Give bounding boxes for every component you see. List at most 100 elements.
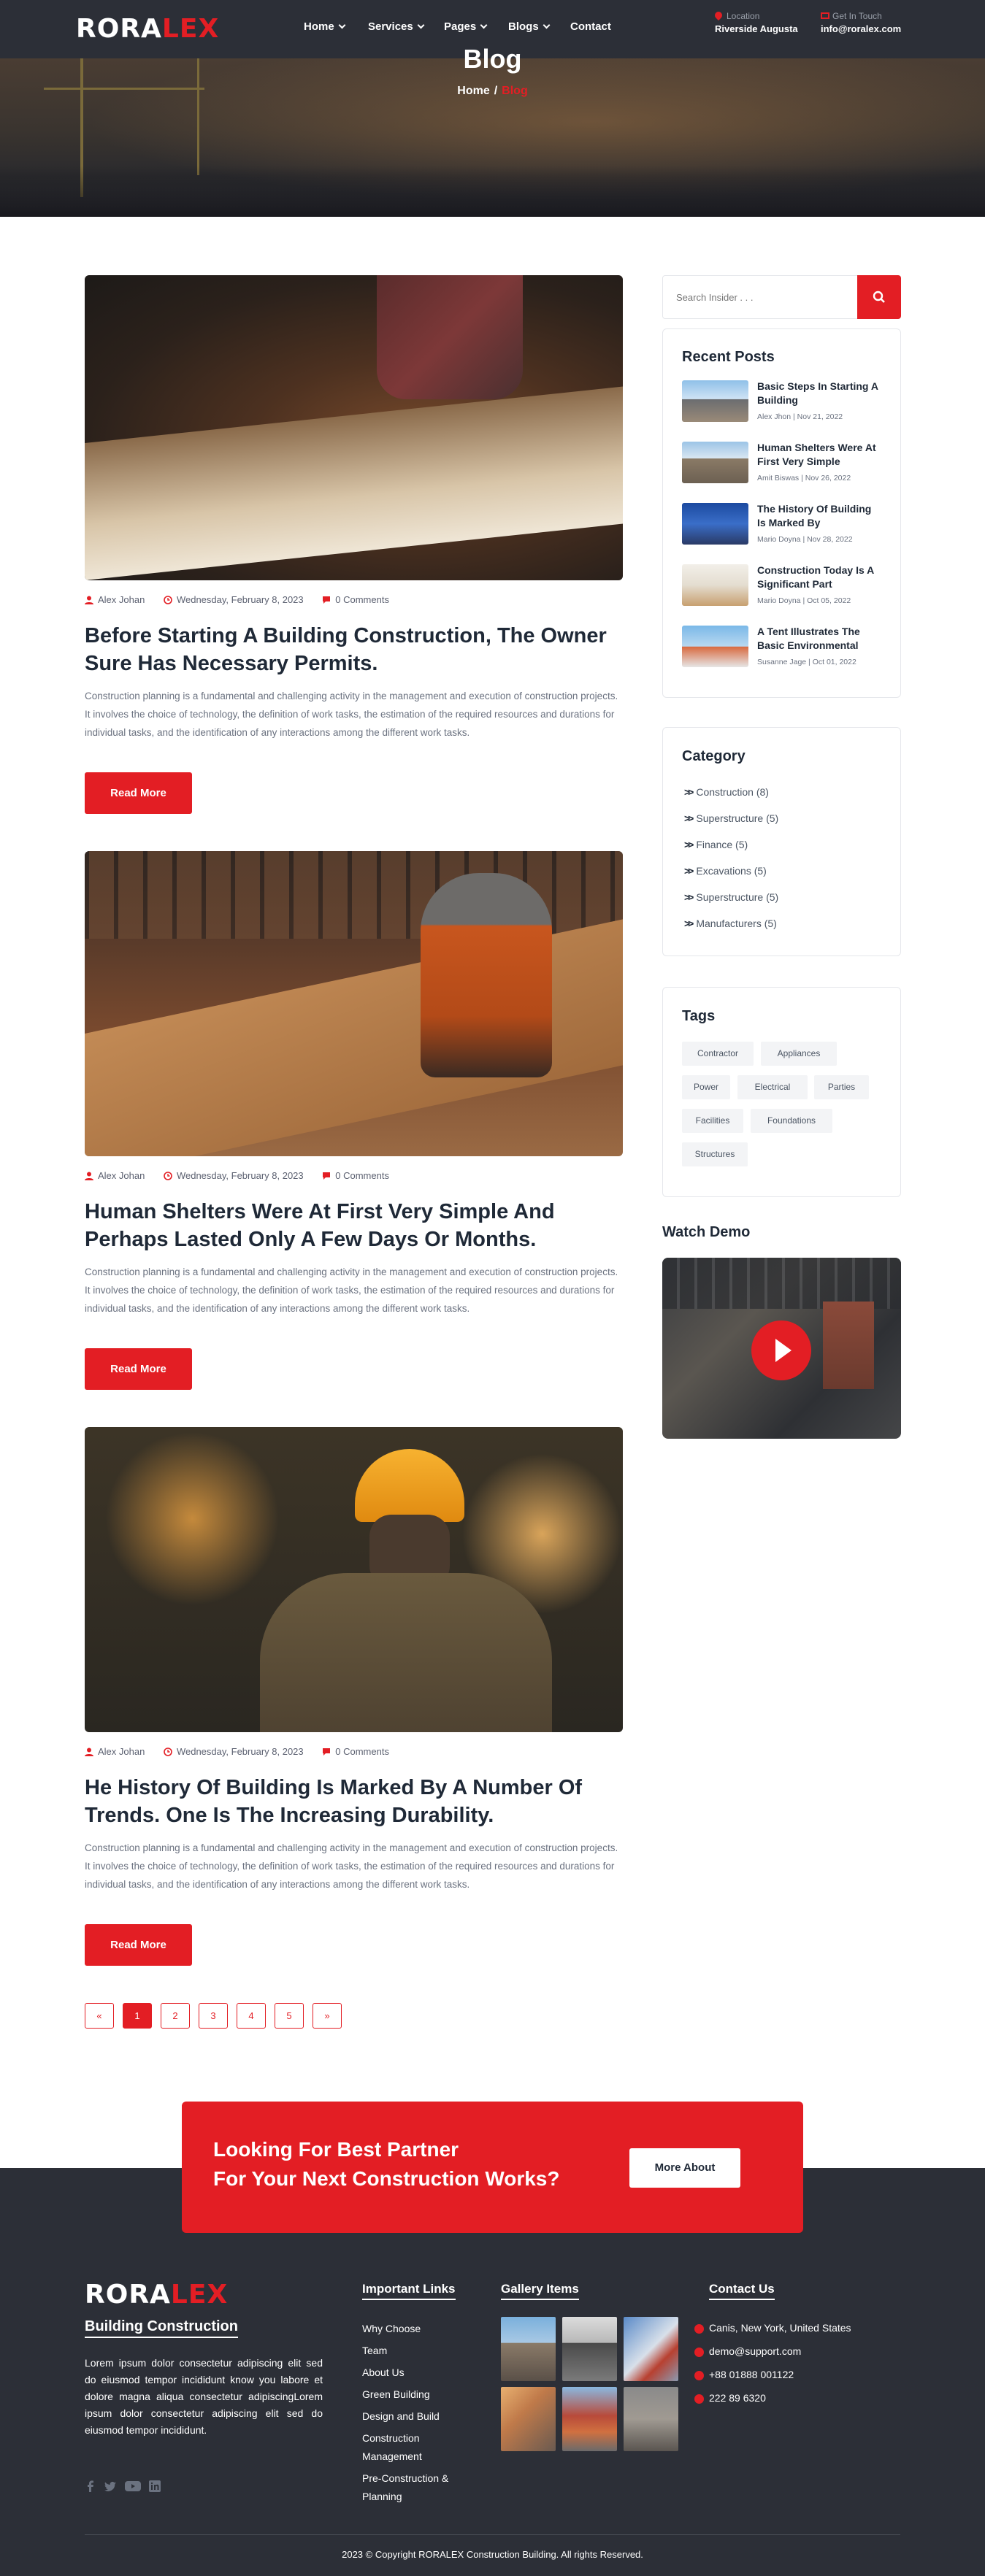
footer-logo[interactable]: RORALEX — [85, 2280, 228, 2310]
tag-chip[interactable]: Contractor — [682, 1042, 754, 1066]
footer-contact-phone[interactable]: 222 89 6320 — [694, 2392, 766, 2404]
post-title[interactable]: He History Of Building Is Marked By A Nu… — [85, 1774, 625, 1829]
footer-tagline: Building Construction — [85, 2318, 238, 2338]
post-author[interactable]: Alex Johan — [85, 1746, 145, 1757]
watch-demo-title: Watch Demo — [662, 1224, 751, 1240]
post-excerpt: Construction planning is a fundamental a… — [85, 1842, 618, 1890]
recent-post-meta: Amit Biswas | Nov 26, 2022 — [757, 474, 851, 482]
post-comments[interactable]: 0 Comments — [322, 594, 389, 605]
tag-chip[interactable]: Power — [682, 1075, 730, 1099]
post-comments[interactable]: 0 Comments — [322, 1746, 389, 1757]
post-author[interactable]: Alex Johan — [85, 594, 145, 605]
youtube-icon[interactable] — [125, 2480, 141, 2492]
gallery-thumb[interactable] — [562, 2317, 617, 2381]
email-icon — [821, 12, 829, 19]
breadcrumb: Home / Blog — [457, 85, 528, 97]
double-chevron-icon: >> — [684, 918, 694, 929]
recent-post-title[interactable]: A Tent Illustrates The Basic Environment… — [757, 625, 881, 653]
tag-chip[interactable]: Parties — [814, 1075, 869, 1099]
pagination-page[interactable]: 5 — [275, 2003, 304, 2029]
page-banner — [0, 58, 985, 217]
chevron-down-icon — [543, 21, 551, 29]
recent-post-thumb[interactable] — [682, 442, 748, 483]
footer-link[interactable]: Why Choose — [362, 2321, 421, 2336]
tag-chip[interactable]: Appliances — [761, 1042, 837, 1066]
pagination-page[interactable]: 3 — [199, 2003, 228, 2029]
category-item[interactable]: >> Manufacturers (5) — [684, 918, 777, 929]
footer-link[interactable]: Construction — [362, 2431, 420, 2445]
footer-link[interactable]: Team — [362, 2343, 387, 2358]
tag-chip[interactable]: Foundations — [751, 1109, 832, 1133]
linkedin-icon[interactable] — [149, 2480, 161, 2492]
category-item[interactable]: >> Finance (5) — [684, 839, 748, 850]
footer-link[interactable]: Green Building — [362, 2387, 430, 2402]
recent-post-thumb[interactable] — [682, 503, 748, 545]
footer-description: Lorem ipsum dolor consectetur adipiscing… — [85, 2357, 323, 2436]
pagination-page[interactable]: 4 — [237, 2003, 266, 2029]
recent-post-title[interactable]: Human Shelters Were At First Very Simple — [757, 441, 881, 469]
header-email-link[interactable]: info@roralex.com — [821, 23, 901, 35]
gallery-thumb[interactable] — [562, 2387, 617, 2451]
pagination-prev[interactable]: « — [85, 2003, 114, 2029]
double-chevron-icon: >> — [684, 812, 694, 824]
nav-pages[interactable]: Pages — [444, 20, 488, 34]
read-more-button[interactable]: Read More — [85, 1924, 192, 1966]
twitter-icon[interactable] — [104, 2480, 116, 2492]
post-comments[interactable]: 0 Comments — [322, 1170, 389, 1181]
post-author[interactable]: Alex Johan — [85, 1170, 145, 1181]
user-icon — [85, 1748, 93, 1756]
tag-chip[interactable]: Structures — [682, 1142, 748, 1166]
nav-contact[interactable]: Contact — [570, 20, 611, 34]
category-item[interactable]: >> Construction (8) — [684, 786, 769, 798]
footer-link[interactable]: Pre-Construction & — [362, 2471, 448, 2485]
nav-blogs[interactable]: Blogs — [508, 20, 551, 34]
post-image[interactable] — [85, 851, 623, 1156]
footer-link[interactable]: About Us — [362, 2365, 405, 2380]
gallery-thumb[interactable] — [501, 2317, 556, 2381]
footer-link[interactable]: Planning — [362, 2489, 402, 2504]
recent-post-title[interactable]: Basic Steps In Starting A Building — [757, 380, 881, 407]
tags-title: Tags — [682, 1008, 716, 1024]
recent-post-thumb[interactable] — [682, 564, 748, 606]
post-title[interactable]: Before Starting A Building Construction,… — [85, 622, 625, 677]
nav-services[interactable]: Services — [368, 20, 425, 34]
recent-post-title[interactable]: Construction Today Is A Significant Part — [757, 564, 881, 591]
site-logo[interactable]: RORALEX — [76, 15, 219, 44]
recent-post-thumb[interactable] — [682, 380, 748, 422]
tag-chip[interactable]: Electrical — [737, 1075, 808, 1099]
location-icon — [713, 9, 724, 21]
footer-link[interactable]: Design and Build — [362, 2409, 440, 2423]
pagination-next[interactable]: » — [313, 2003, 342, 2029]
search-input[interactable] — [662, 275, 859, 319]
breadcrumb-home[interactable]: Home — [457, 85, 489, 97]
gallery-thumb[interactable] — [624, 2387, 678, 2451]
post-meta: Alex Johan Wednesday, February 8, 2023 0… — [85, 1170, 405, 1182]
more-about-button[interactable]: More About — [629, 2148, 740, 2188]
search-button[interactable] — [857, 275, 901, 319]
footer-contact-phone[interactable]: +88 01888 001122 — [694, 2369, 794, 2380]
read-more-button[interactable]: Read More — [85, 1348, 192, 1390]
breadcrumb-current: Blog — [502, 85, 528, 97]
post-excerpt: Construction planning is a fundamental a… — [85, 1266, 618, 1314]
search-icon — [873, 291, 885, 303]
category-item[interactable]: >> Superstructure (5) — [684, 891, 778, 903]
footer-contact-email[interactable]: demo@support.com — [694, 2345, 801, 2357]
post-title[interactable]: Human Shelters Were At First Very Simple… — [85, 1198, 625, 1253]
gallery-thumb[interactable] — [501, 2387, 556, 2451]
play-icon[interactable] — [751, 1320, 811, 1380]
footer-link[interactable]: Management — [362, 2449, 422, 2464]
category-item[interactable]: >> Excavations (5) — [684, 865, 767, 877]
user-icon — [85, 596, 93, 604]
category-item[interactable]: >> Superstructure (5) — [684, 812, 778, 824]
post-image[interactable] — [85, 275, 623, 580]
facebook-icon[interactable] — [85, 2480, 96, 2492]
gallery-thumb[interactable] — [624, 2317, 678, 2381]
pagination-page[interactable]: 2 — [161, 2003, 190, 2029]
post-image[interactable] — [85, 1427, 623, 1732]
nav-home[interactable]: Home — [304, 20, 346, 34]
recent-post-thumb[interactable] — [682, 626, 748, 667]
pagination-page[interactable]: 1 — [123, 2003, 152, 2029]
recent-post-title[interactable]: The History Of Building Is Marked By — [757, 502, 881, 530]
read-more-button[interactable]: Read More — [85, 772, 192, 814]
tag-chip[interactable]: Facilities — [682, 1109, 743, 1133]
